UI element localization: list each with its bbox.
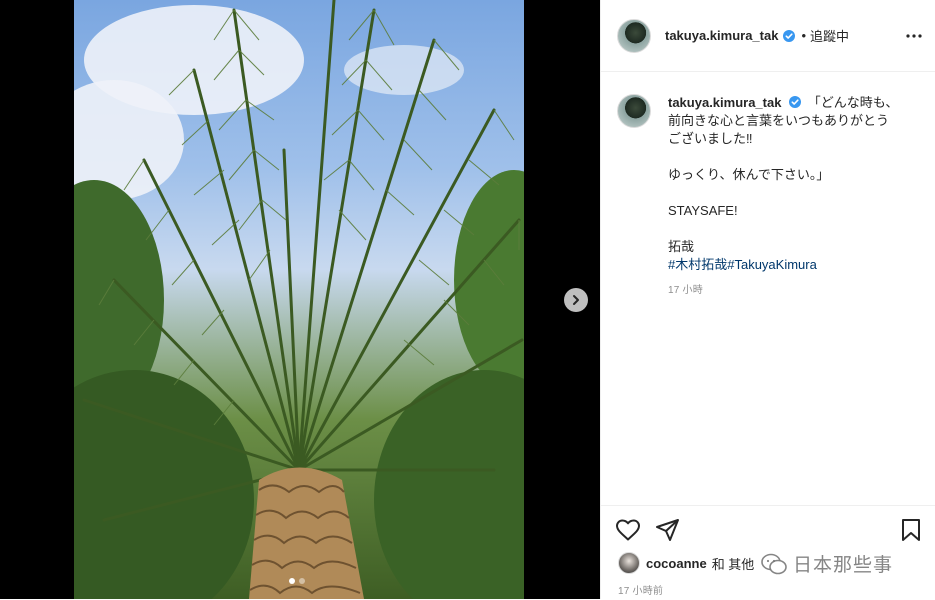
following-button[interactable]: 追蹤中 bbox=[810, 26, 849, 45]
verified-badge-icon bbox=[783, 29, 796, 42]
caption-line: STAYSAFE! bbox=[668, 203, 738, 218]
caption-hashtags: #木村拓哉#TakuyaKimura bbox=[668, 256, 898, 274]
like-heart-icon[interactable] bbox=[615, 518, 641, 542]
palm-tree-illustration bbox=[74, 0, 524, 599]
hashtag-link[interactable]: #木村拓哉 bbox=[668, 257, 727, 272]
verified-badge-icon bbox=[789, 96, 802, 108]
more-options-icon[interactable] bbox=[906, 26, 922, 46]
caption-avatar[interactable] bbox=[617, 94, 651, 128]
carousel-dot bbox=[299, 578, 305, 584]
media-viewer bbox=[0, 0, 600, 599]
liker-username[interactable]: cocoanne bbox=[646, 556, 707, 571]
caption-line: 拓哉 bbox=[668, 239, 695, 254]
watermark: 日本那些事 bbox=[761, 550, 893, 577]
post-header: takuya.kimura_tak • 追蹤中 bbox=[601, 0, 935, 72]
liker-avatar[interactable] bbox=[618, 552, 640, 574]
caption-line: ゆっくり、休んで下さい。」 bbox=[668, 167, 830, 182]
liked-rest: 和 其他 bbox=[711, 556, 755, 572]
wechat-logo-icon bbox=[761, 553, 787, 574]
share-direct-icon[interactable] bbox=[655, 518, 681, 542]
bookmark-icon[interactable] bbox=[900, 518, 922, 542]
post-sidebar: takuya.kimura_tak • 追蹤中 takuya.kimura_ta… bbox=[600, 0, 935, 599]
caption-time[interactable]: 17 小時 bbox=[668, 282, 898, 300]
post-photo[interactable] bbox=[74, 0, 524, 599]
liked-by: cocoanne 和 其他 bbox=[618, 552, 754, 574]
carousel-indicator bbox=[289, 578, 305, 584]
caption-body: takuya.kimura_tak 「どんな時も、 前向きな心と言葉をいつもあり… bbox=[668, 94, 898, 300]
carousel-dot-active bbox=[289, 578, 295, 584]
caption-line: 前向きな心と言葉をいつもありがとう bbox=[668, 113, 890, 128]
post-caption: takuya.kimura_tak 「どんな時も、 前向きな心と言葉をいつもあり… bbox=[617, 94, 922, 300]
caption-line: ございました‼ bbox=[668, 131, 753, 146]
posted-time[interactable]: 17 小時前 bbox=[618, 582, 663, 597]
chevron-right-icon bbox=[573, 295, 579, 305]
next-slide-button[interactable] bbox=[564, 288, 588, 312]
post-actions-section: cocoanne 和 其他 日本那些事 17 小時前 bbox=[601, 505, 935, 600]
caption-username[interactable]: takuya.kimura_tak bbox=[668, 95, 781, 110]
watermark-text: 日本那些事 bbox=[793, 555, 894, 576]
post-actions bbox=[615, 518, 681, 542]
caption-line: 「どんな時も、 bbox=[807, 95, 899, 110]
author-username[interactable]: takuya.kimura_tak bbox=[665, 28, 778, 43]
hashtag-link[interactable]: #TakuyaKimura bbox=[727, 257, 817, 272]
header-separator: • bbox=[801, 28, 807, 43]
author-avatar[interactable] bbox=[617, 18, 651, 53]
